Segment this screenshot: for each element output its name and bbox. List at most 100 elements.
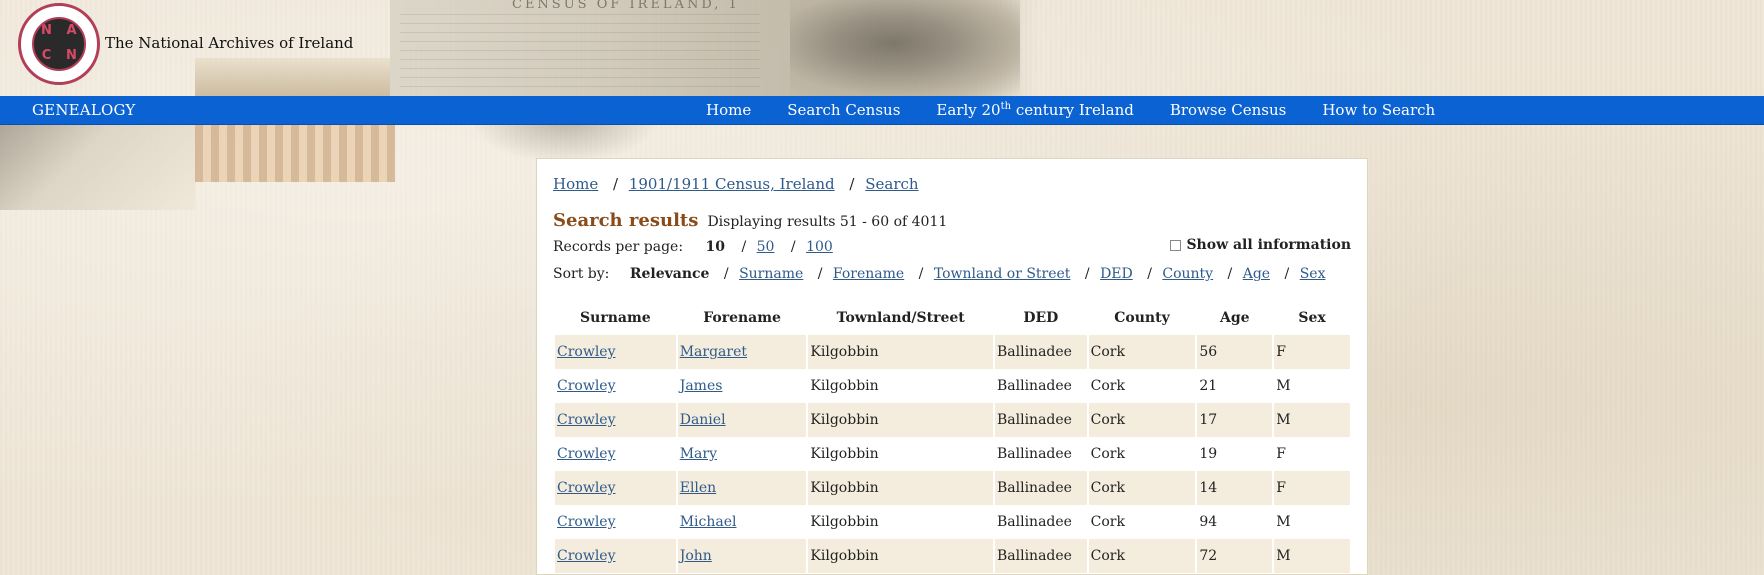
surname-link[interactable]: Crowley: [557, 378, 616, 394]
forename-link[interactable]: Mary: [680, 446, 717, 462]
cell-county: Cork: [1088, 505, 1196, 539]
cell-surname: Crowley: [555, 539, 676, 573]
header-building-photo: [195, 124, 395, 182]
cell-county: Cork: [1088, 369, 1196, 403]
rpp-separator: /: [741, 239, 747, 255]
seal-letter: N: [41, 23, 52, 38]
cell-surname: Crowley: [555, 437, 676, 471]
cell-age: 17: [1197, 403, 1273, 437]
nav-item-browse-census[interactable]: Browse Census: [1170, 101, 1286, 119]
cell-sex: F: [1274, 335, 1350, 369]
records-per-page-100[interactable]: 100: [806, 239, 833, 255]
cell-county: Cork: [1088, 403, 1196, 437]
breadcrumb-home[interactable]: Home: [553, 175, 598, 193]
column-header-age: Age: [1219, 310, 1250, 326]
surname-link[interactable]: Crowley: [557, 548, 616, 564]
cell-forename: Mary: [677, 437, 807, 471]
forename-link[interactable]: Margaret: [680, 344, 747, 360]
header-children-photo: [0, 124, 195, 210]
sort-by-label: Sort by:: [553, 266, 610, 282]
nav-item-home[interactable]: Home: [706, 101, 751, 119]
sort-separator: /: [817, 266, 823, 282]
surname-link[interactable]: Crowley: [557, 514, 616, 530]
cell-surname: Crowley: [555, 335, 676, 369]
forename-link[interactable]: Michael: [680, 514, 737, 530]
cell-forename: Margaret: [677, 335, 807, 369]
rpp-separator: /: [790, 239, 796, 255]
nav-item-how-to-search[interactable]: How to Search: [1322, 101, 1435, 119]
surname-link[interactable]: Crowley: [557, 412, 616, 428]
forename-link[interactable]: Ellen: [680, 480, 716, 496]
forename-link[interactable]: James: [680, 378, 723, 394]
nav-brand-genealogy[interactable]: GENEALOGY: [32, 101, 136, 119]
results-heading: Search results Displaying results 51 - 6…: [553, 210, 947, 231]
sort-separator: /: [1227, 266, 1233, 282]
sort-sex[interactable]: Sex: [1300, 266, 1326, 282]
site-name[interactable]: The National Archives of Ireland: [105, 34, 353, 52]
cell-forename: Michael: [677, 505, 807, 539]
sort-forename[interactable]: Forename: [833, 266, 904, 282]
breadcrumb: Home / 1901/1911 Census, Ireland / Searc…: [553, 175, 919, 193]
nav-item-search-census[interactable]: Search Census: [787, 101, 900, 119]
forename-link[interactable]: Daniel: [680, 412, 726, 428]
nav-item-sup: th: [1000, 101, 1012, 112]
nav-links: Home Search Census Early 20th century Ir…: [706, 101, 1471, 119]
census-form-image: [400, 14, 760, 92]
column-header-county: County: [1114, 310, 1170, 326]
table-row: Crowley John Kilgobbin Ballinadee Cork 7…: [555, 539, 1350, 573]
results-panel: Home / 1901/1911 Census, Ireland / Searc…: [536, 158, 1368, 575]
cell-townland: Kilgobbin: [808, 335, 993, 369]
nav-item-label: Early 20: [936, 101, 1001, 119]
sort-county[interactable]: County: [1162, 266, 1213, 282]
cell-ded: Ballinadee: [994, 335, 1087, 369]
cell-ded: Ballinadee: [994, 369, 1087, 403]
surname-link[interactable]: Crowley: [557, 446, 616, 462]
sort-surname[interactable]: Surname: [739, 266, 803, 282]
cell-county: Cork: [1088, 471, 1196, 505]
cell-townland: Kilgobbin: [808, 369, 993, 403]
cell-townland: Kilgobbin: [808, 505, 993, 539]
sort-age[interactable]: Age: [1243, 266, 1270, 282]
forename-link[interactable]: John: [680, 548, 712, 564]
breadcrumb-separator: /: [613, 175, 619, 193]
national-archives-seal-logo[interactable]: N A C N: [18, 3, 100, 85]
cell-surname: Crowley: [555, 369, 676, 403]
header-census-image: CENSUS OF IRELAND, 1: [390, 0, 1040, 96]
sort-ded[interactable]: DED: [1100, 266, 1133, 282]
records-per-page: Records per page: 10 / 50 / 100: [553, 239, 833, 255]
sort-by: Sort by: Relevance / Surname / Forename …: [553, 266, 1325, 282]
show-all-information[interactable]: Show all information: [1170, 237, 1351, 253]
header-street-photo: [195, 58, 390, 96]
cell-surname: Crowley: [555, 403, 676, 437]
column-header-ded: DED: [1023, 310, 1059, 326]
cell-sex: M: [1274, 539, 1350, 573]
records-per-page-50[interactable]: 50: [757, 239, 775, 255]
nav-item-early-20th-century[interactable]: Early 20th century Ireland: [936, 101, 1133, 119]
cell-forename: John: [677, 539, 807, 573]
table-row: Crowley Ellen Kilgobbin Ballinadee Cork …: [555, 471, 1350, 505]
sort-separator: /: [723, 266, 729, 282]
table-header-row: Surname Forename Townland/Street DED Cou…: [555, 301, 1350, 335]
cell-county: Cork: [1088, 437, 1196, 471]
surname-link[interactable]: Crowley: [557, 480, 616, 496]
main-nav-bar: GENEALOGY Home Search Census Early 20th …: [0, 96, 1764, 124]
table-row: Crowley Daniel Kilgobbin Ballinadee Cork…: [555, 403, 1350, 437]
seal-letters: N A C N: [32, 17, 86, 71]
results-count: Displaying results 51 - 60 of 4011: [707, 214, 948, 230]
seal-letter: N: [66, 48, 77, 63]
cell-surname: Crowley: [555, 471, 676, 505]
cell-forename: Daniel: [677, 403, 807, 437]
breadcrumb-census[interactable]: 1901/1911 Census, Ireland: [629, 175, 835, 193]
cell-ded: Ballinadee: [994, 539, 1087, 573]
cell-age: 21: [1197, 369, 1273, 403]
sort-separator: /: [1284, 266, 1290, 282]
breadcrumb-search[interactable]: Search: [865, 175, 918, 193]
show-all-checkbox[interactable]: [1170, 239, 1182, 251]
sort-townland[interactable]: Townland or Street: [934, 266, 1071, 282]
surname-link[interactable]: Crowley: [557, 344, 616, 360]
column-header-surname: Surname: [580, 310, 651, 326]
column-header-forename: Forename: [703, 310, 781, 326]
records-per-page-label: Records per page:: [553, 239, 684, 255]
cell-age: 72: [1197, 539, 1273, 573]
cell-sex: M: [1274, 369, 1350, 403]
